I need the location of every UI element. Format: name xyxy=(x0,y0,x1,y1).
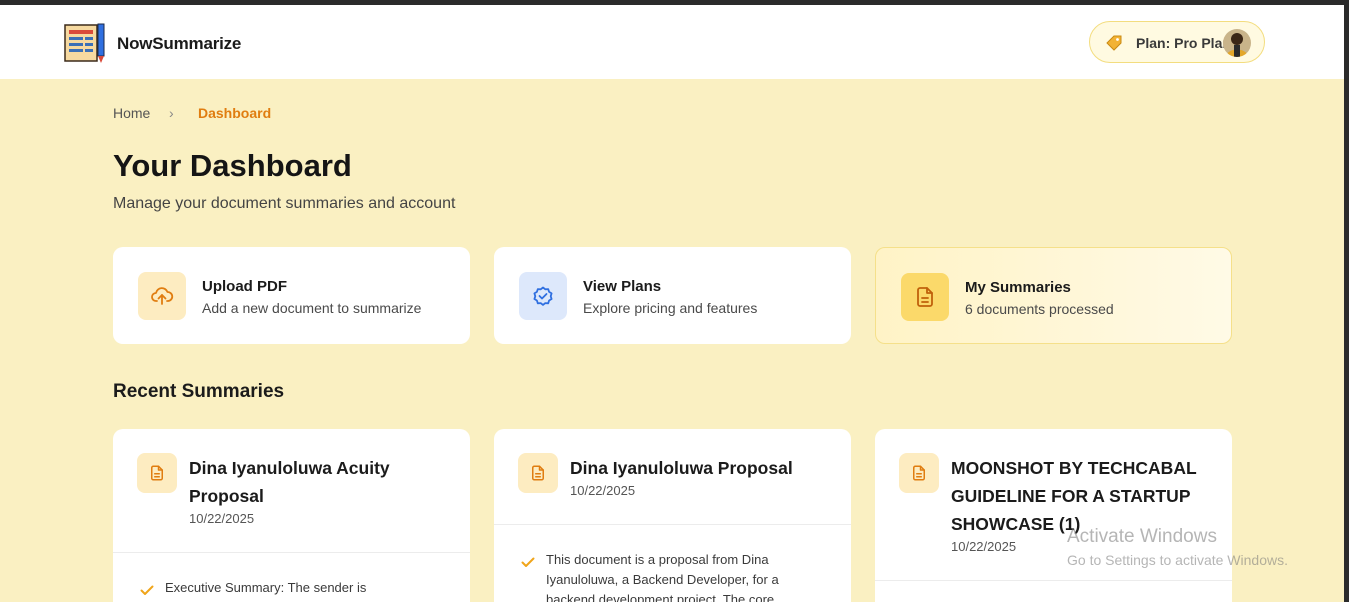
divider xyxy=(113,552,470,553)
plan-label: Plan: Pro Plan xyxy=(1136,35,1231,51)
summary-date: 10/22/2025 xyxy=(189,511,255,526)
my-summaries-card[interactable]: My Summaries 6 documents processed xyxy=(875,247,1232,344)
upload-cloud-icon xyxy=(138,272,186,320)
summary-date: 10/22/2025 xyxy=(570,483,636,498)
summary-title[interactable]: Dina Iyanuloluwa Acuity Proposal xyxy=(189,454,454,510)
summary-date: 10/22/2025 xyxy=(951,539,1017,554)
chevron-right-icon: › xyxy=(169,105,174,121)
upload-pdf-card[interactable]: Upload PDF Add a new document to summari… xyxy=(113,247,470,344)
card-title: View Plans xyxy=(583,278,662,295)
summary-card[interactable]: MOONSHOT BY TECHCABAL GUIDELINE FOR A ST… xyxy=(875,429,1232,602)
top-header: NowSummarize Plan: Pro Plan xyxy=(0,5,1344,79)
card-title: Upload PDF xyxy=(202,278,287,295)
check-icon xyxy=(520,554,536,570)
summary-card[interactable]: Dina Iyanuloluwa Proposal 10/22/2025 Thi… xyxy=(494,429,851,602)
logo-icon[interactable] xyxy=(64,22,106,64)
activate-windows-hint: Go to Settings to activate Windows. xyxy=(1067,552,1288,568)
card-title: My Summaries xyxy=(965,279,1071,296)
page-subtitle: Manage your document summaries and accou… xyxy=(113,195,456,212)
summary-card[interactable]: Dina Iyanuloluwa Acuity Proposal 10/22/2… xyxy=(113,429,470,602)
card-description: Add a new document to summarize xyxy=(202,300,422,316)
activate-windows-watermark: Activate Windows xyxy=(1067,526,1217,547)
document-icon xyxy=(901,273,949,321)
divider xyxy=(494,524,851,525)
check-icon xyxy=(139,582,155,598)
badge-check-icon xyxy=(519,272,567,320)
summary-excerpt: Executive Summary: The sender is xyxy=(165,580,367,595)
page-title: Your Dashboard xyxy=(113,148,352,183)
plan-badge[interactable]: Plan: Pro Plan xyxy=(1089,21,1265,63)
document-icon xyxy=(518,453,558,493)
divider xyxy=(875,580,1232,581)
recent-summaries-heading: Recent Summaries xyxy=(113,381,285,402)
window-right-border xyxy=(1344,0,1349,602)
breadcrumb-current: Dashboard xyxy=(198,105,272,121)
document-icon xyxy=(899,453,939,493)
view-plans-card[interactable]: View Plans Explore pricing and features xyxy=(494,247,851,344)
brand-name[interactable]: NowSummarize xyxy=(117,34,241,54)
price-tag-icon xyxy=(1104,33,1124,53)
summary-excerpt: This document is a proposal from Dina Iy… xyxy=(546,552,779,602)
document-icon xyxy=(137,453,177,493)
summary-title[interactable]: Dina Iyanuloluwa Proposal xyxy=(570,454,835,482)
card-description: 6 documents processed xyxy=(965,301,1114,317)
user-avatar[interactable] xyxy=(1223,29,1251,57)
breadcrumb-home-link[interactable]: Home xyxy=(113,105,150,121)
card-description: Explore pricing and features xyxy=(583,300,758,316)
